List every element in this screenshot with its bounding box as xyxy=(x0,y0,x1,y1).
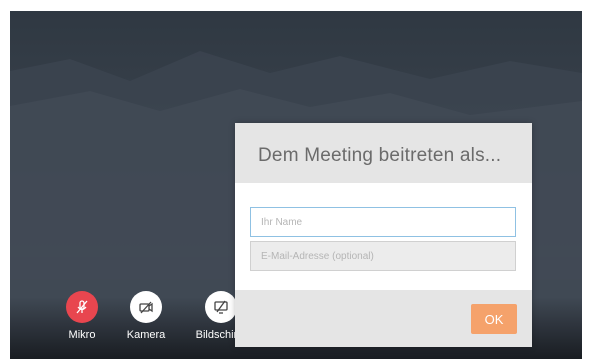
toolbar-label: Kamera xyxy=(126,329,166,341)
dialog-footer: OK xyxy=(235,290,532,347)
dialog-header: Dem Meeting beitreten als... xyxy=(235,123,532,183)
dialog-body xyxy=(235,183,532,290)
camera-off-icon[interactable] xyxy=(130,291,162,323)
dialog-title: Dem Meeting beitreten als... xyxy=(258,145,502,166)
screen-share-off-icon[interactable] xyxy=(205,291,237,323)
toolbar-item-mikro[interactable]: Mikro xyxy=(52,291,112,341)
join-meeting-dialog: Dem Meeting beitreten als... OK xyxy=(235,123,532,347)
email-input[interactable] xyxy=(250,241,516,271)
toolbar-item-kamera[interactable]: Kamera xyxy=(116,291,176,341)
name-input[interactable] xyxy=(250,207,516,237)
ok-button[interactable]: OK xyxy=(471,304,517,334)
microphone-muted-icon[interactable] xyxy=(66,291,98,323)
toolbar-label: Mikro xyxy=(68,329,96,341)
